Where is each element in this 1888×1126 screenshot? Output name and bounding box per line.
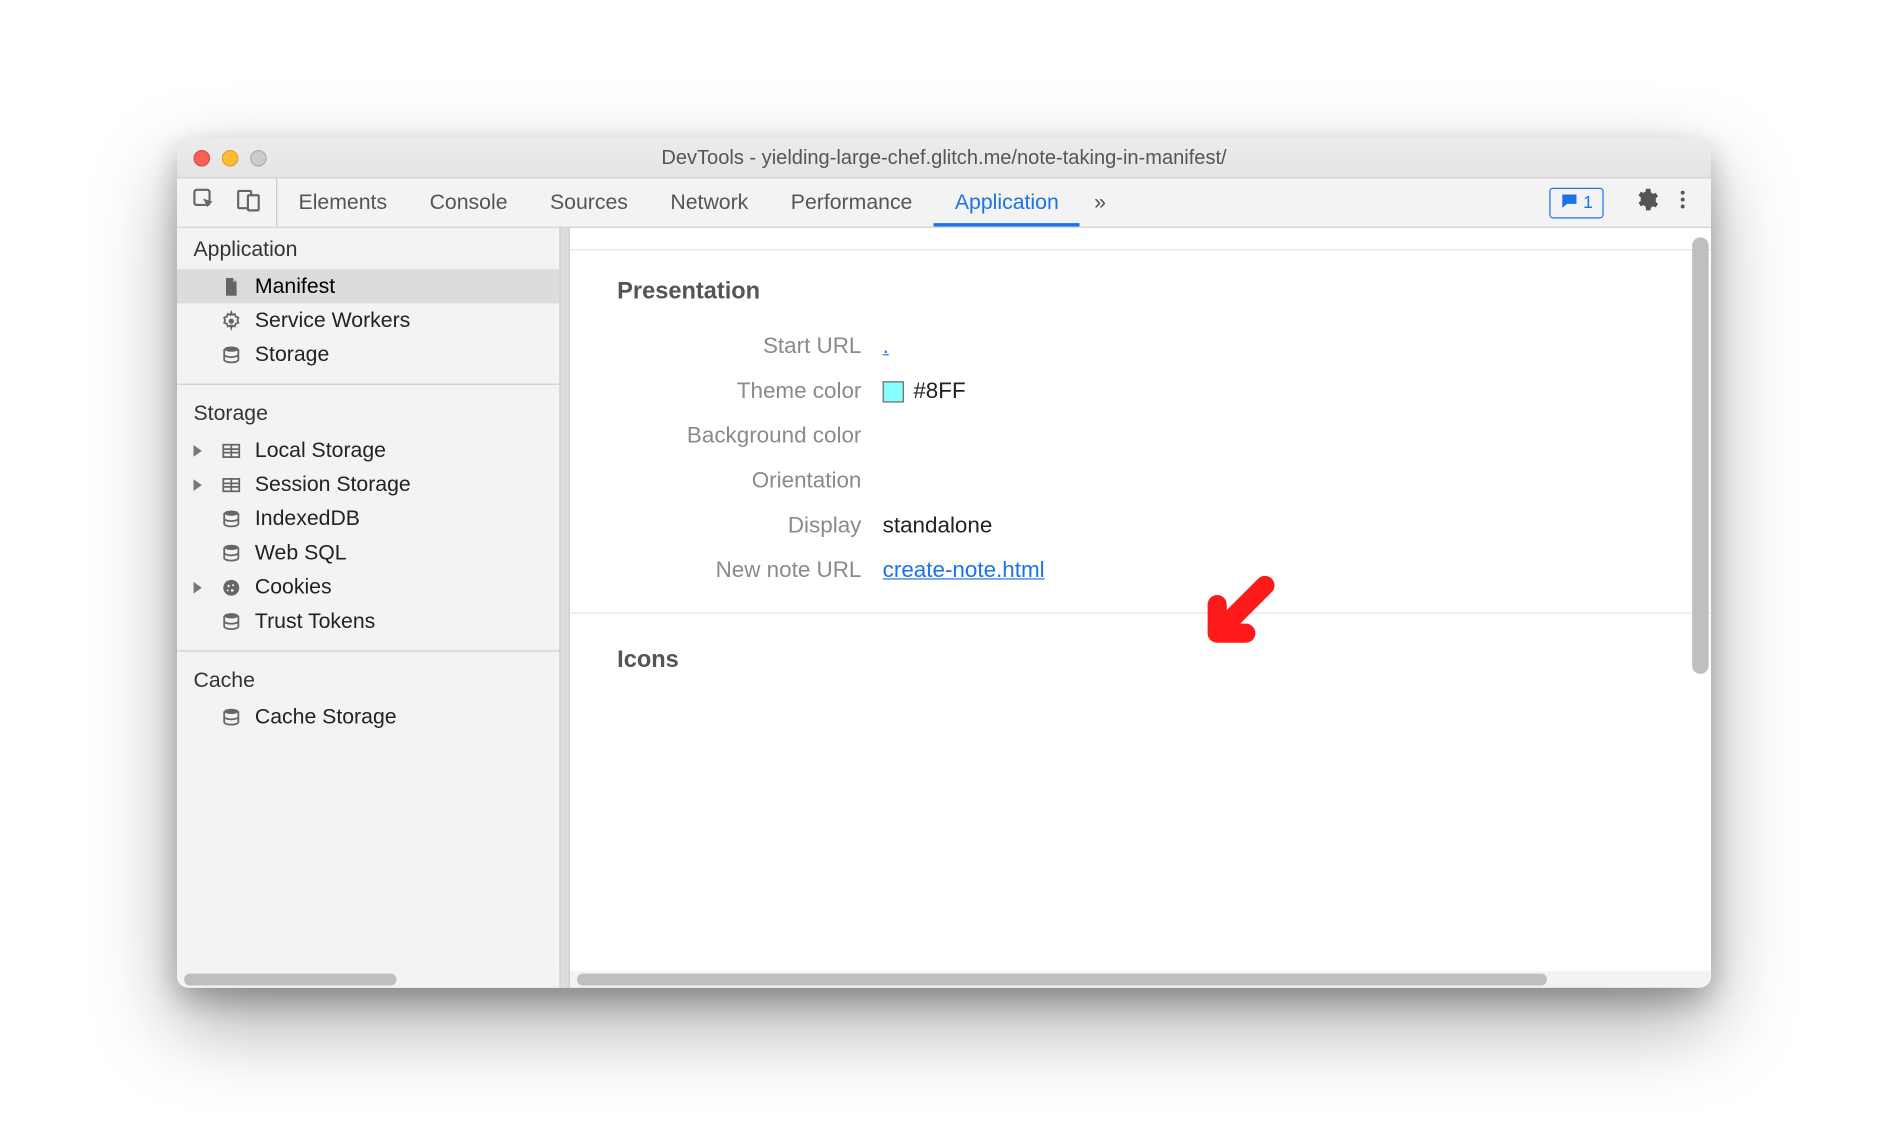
- db-icon: [219, 508, 243, 529]
- devtools-window: DevTools - yielding-large-chef.glitch.me…: [177, 138, 1711, 988]
- sidebar-item-indexeddb[interactable]: IndexedDB: [177, 502, 559, 536]
- tab-console[interactable]: Console: [408, 178, 528, 226]
- close-window-button[interactable]: [194, 149, 211, 166]
- sidebar-item-label: Cookies: [255, 575, 332, 600]
- sidebar-horizontal-scrollbar[interactable]: [177, 971, 559, 988]
- start-url-link[interactable]: .: [883, 334, 889, 360]
- sidebar-group-application: Application: [177, 228, 559, 269]
- row-start-url: Start URL .: [570, 325, 1711, 370]
- manifest-panel: Presentation Start URL . Theme color #8F…: [570, 228, 1711, 988]
- sidebar-item-manifest[interactable]: Manifest: [177, 269, 559, 303]
- sidebar-item-service-workers[interactable]: Service Workers: [177, 303, 559, 337]
- tab-application[interactable]: Application: [934, 178, 1080, 226]
- sidebar-item-local-storage[interactable]: Local Storage: [177, 433, 559, 467]
- sidebar-item-cache-storage[interactable]: Cache Storage: [177, 700, 559, 734]
- row-orientation: Orientation: [570, 459, 1711, 504]
- window-controls: [177, 149, 267, 166]
- section-icons: Icons: [570, 613, 1711, 681]
- db-icon: [219, 706, 243, 727]
- sidebar-item-label: Service Workers: [255, 308, 410, 333]
- application-sidebar: Application Manifest Service Workers Sto…: [177, 228, 560, 988]
- device-toolbar-icon[interactable]: [236, 187, 262, 219]
- display-value: standalone: [883, 513, 993, 539]
- row-display: Display standalone: [570, 504, 1711, 549]
- titlebar: DevTools - yielding-large-chef.glitch.me…: [177, 138, 1711, 178]
- file-icon: [219, 276, 243, 297]
- minimize-window-button[interactable]: [222, 149, 239, 166]
- more-menu-icon[interactable]: [1671, 187, 1695, 219]
- content-horizontal-scrollbar[interactable]: [570, 971, 1711, 988]
- message-icon: [1560, 191, 1579, 215]
- cookie-icon: [219, 577, 243, 598]
- sidebar-group-storage: Storage: [177, 392, 559, 433]
- main-split: Application Manifest Service Workers Sto…: [177, 228, 1711, 988]
- inspect-element-icon[interactable]: [191, 187, 217, 219]
- zoom-window-button[interactable]: [250, 149, 267, 166]
- row-theme-color: Theme color #8FF: [570, 369, 1711, 414]
- table-icon: [219, 440, 243, 461]
- sidebar-group-cache: Cache: [177, 659, 559, 700]
- sidebar-item-label: Trust Tokens: [255, 609, 375, 634]
- chevron-right-icon[interactable]: [194, 479, 202, 491]
- messages-badge[interactable]: 1: [1549, 187, 1604, 218]
- row-new-note-url: New note URL create-note.html: [570, 549, 1711, 594]
- sidebar-item-session-storage[interactable]: Session Storage: [177, 467, 559, 501]
- label-new-note-url: New note URL: [570, 558, 883, 584]
- sidebar-item-label: Local Storage: [255, 438, 386, 463]
- db-icon: [219, 344, 243, 365]
- sidebar-item-label: Session Storage: [255, 472, 411, 497]
- label-orientation: Orientation: [570, 469, 883, 495]
- sidebar-item-label: Manifest: [255, 274, 335, 299]
- row-background-color: Background color: [570, 414, 1711, 459]
- sidebar-item-label: Web SQL: [255, 541, 347, 566]
- devtools-toolbar: Elements Console Sources Network Perform…: [177, 178, 1711, 228]
- messages-count: 1: [1583, 192, 1593, 212]
- window-title: DevTools - yielding-large-chef.glitch.me…: [177, 146, 1711, 170]
- chevron-right-icon[interactable]: [194, 444, 202, 456]
- tab-sources[interactable]: Sources: [529, 178, 649, 226]
- theme-color-swatch: [883, 381, 904, 402]
- sidebar-item-label: Cache Storage: [255, 705, 397, 730]
- sidebar-item-cookies[interactable]: Cookies: [177, 570, 559, 604]
- tab-performance[interactable]: Performance: [770, 178, 934, 226]
- label-display: Display: [570, 513, 883, 539]
- section-presentation: Presentation: [570, 250, 1711, 324]
- db-icon: [219, 611, 243, 632]
- settings-icon[interactable]: [1633, 187, 1659, 219]
- gear-icon: [219, 310, 243, 331]
- sidebar-item-trust-tokens[interactable]: Trust Tokens: [177, 604, 559, 638]
- tabs-overflow[interactable]: »: [1080, 178, 1120, 226]
- panel-tabs: Elements Console Sources Network Perform…: [277, 178, 1514, 226]
- theme-color-value: #8FF: [913, 379, 965, 405]
- tab-network[interactable]: Network: [649, 178, 769, 226]
- tab-elements[interactable]: Elements: [277, 178, 408, 226]
- split-resizer[interactable]: [561, 228, 570, 988]
- label-start-url: Start URL: [570, 334, 883, 360]
- label-theme-color: Theme color: [570, 379, 883, 405]
- db-icon: [219, 542, 243, 563]
- new-note-url-link[interactable]: create-note.html: [883, 558, 1045, 584]
- sidebar-item-label: IndexedDB: [255, 506, 360, 531]
- sidebar-item-storage[interactable]: Storage: [177, 338, 559, 372]
- label-background-color: Background color: [570, 424, 883, 450]
- sidebar-item-web-sql[interactable]: Web SQL: [177, 536, 559, 570]
- content-vertical-scrollbar[interactable]: [1692, 237, 1709, 940]
- table-icon: [219, 474, 243, 495]
- chevron-right-icon[interactable]: [194, 581, 202, 593]
- sidebar-item-label: Storage: [255, 342, 329, 367]
